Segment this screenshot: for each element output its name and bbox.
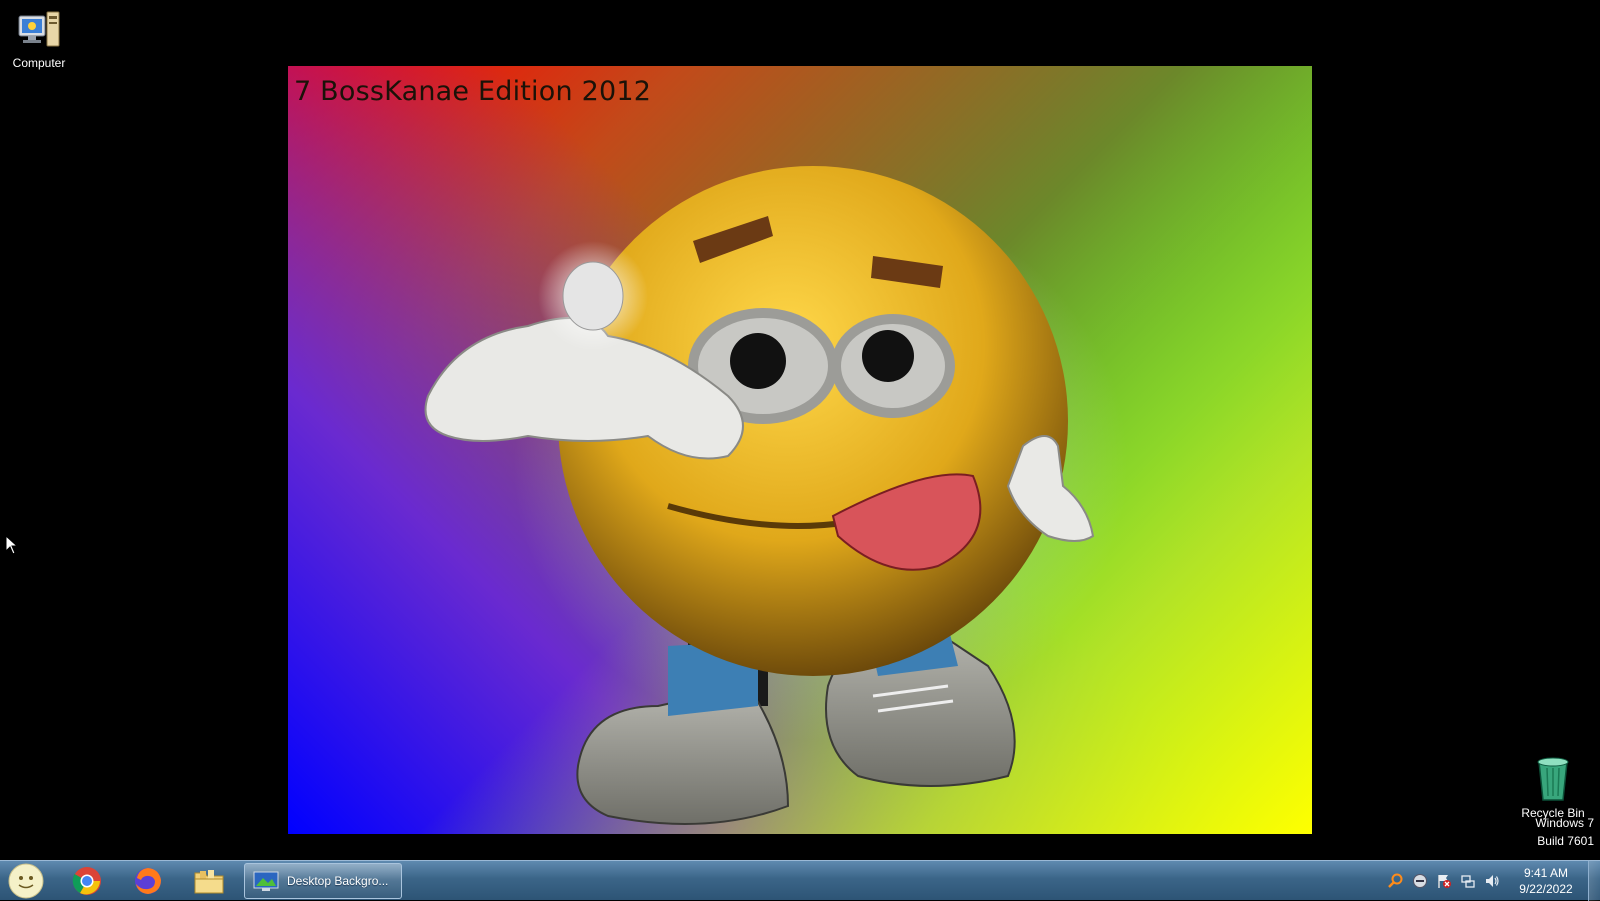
desktop-icon-recycle-bin[interactable]: Recycle Bin [1512, 754, 1594, 820]
chrome-icon [72, 867, 101, 895]
folder-icon [194, 870, 224, 894]
taskbar-pin-chrome[interactable] [61, 863, 113, 899]
start-button[interactable] [6, 863, 46, 899]
watermark-build: Build 7601 [1537, 834, 1594, 848]
wallpaper-image: 7 BossKanae Edition 2012 [288, 66, 1312, 834]
search-icon[interactable] [1388, 873, 1404, 889]
computer-icon [18, 11, 60, 47]
desktop-icon-computer[interactable]: Computer [4, 8, 74, 70]
start-orb-smiley-icon [8, 863, 44, 899]
show-desktop-button[interactable] [1588, 861, 1600, 901]
smiley-character-illustration [424, 166, 1095, 825]
desktop-icon-label: Computer [12, 56, 66, 70]
desktop: Computer 7 BossKanae Edition 2012 Recycl… [0, 0, 1600, 860]
mouse-cursor-icon [5, 535, 19, 555]
volume-icon[interactable] [1484, 873, 1500, 889]
system-tray [1388, 861, 1500, 901]
minus-circle-icon[interactable] [1412, 873, 1428, 889]
taskbar-window-desktop-background[interactable]: Desktop Backgro... [244, 863, 402, 899]
watermark-os: Windows 7 [1535, 816, 1594, 830]
desktop-background-icon [253, 870, 279, 892]
taskbar-pin-firefox[interactable] [122, 863, 174, 899]
wallpaper-title: 7 BossKanae Edition 2012 [294, 76, 652, 107]
taskbar-clock[interactable]: 9:41 AM 9/22/2022 [1506, 865, 1586, 897]
flag-error-icon[interactable] [1436, 873, 1452, 889]
network-icon[interactable] [1460, 873, 1476, 889]
recycle-bin-icon [1537, 757, 1569, 801]
taskbar-window-label: Desktop Backgro... [287, 874, 389, 888]
windows-build-watermark: Windows 7 Build 7601 [1535, 814, 1594, 850]
taskbar: Desktop Backgro... 9:41 AM 9/22/2022 [0, 860, 1600, 901]
clock-date: 9/22/2022 [1519, 882, 1573, 896]
firefox-icon [135, 868, 161, 894]
taskbar-pin-explorer[interactable] [183, 863, 235, 899]
clock-time: 9:41 AM [1523, 866, 1569, 880]
